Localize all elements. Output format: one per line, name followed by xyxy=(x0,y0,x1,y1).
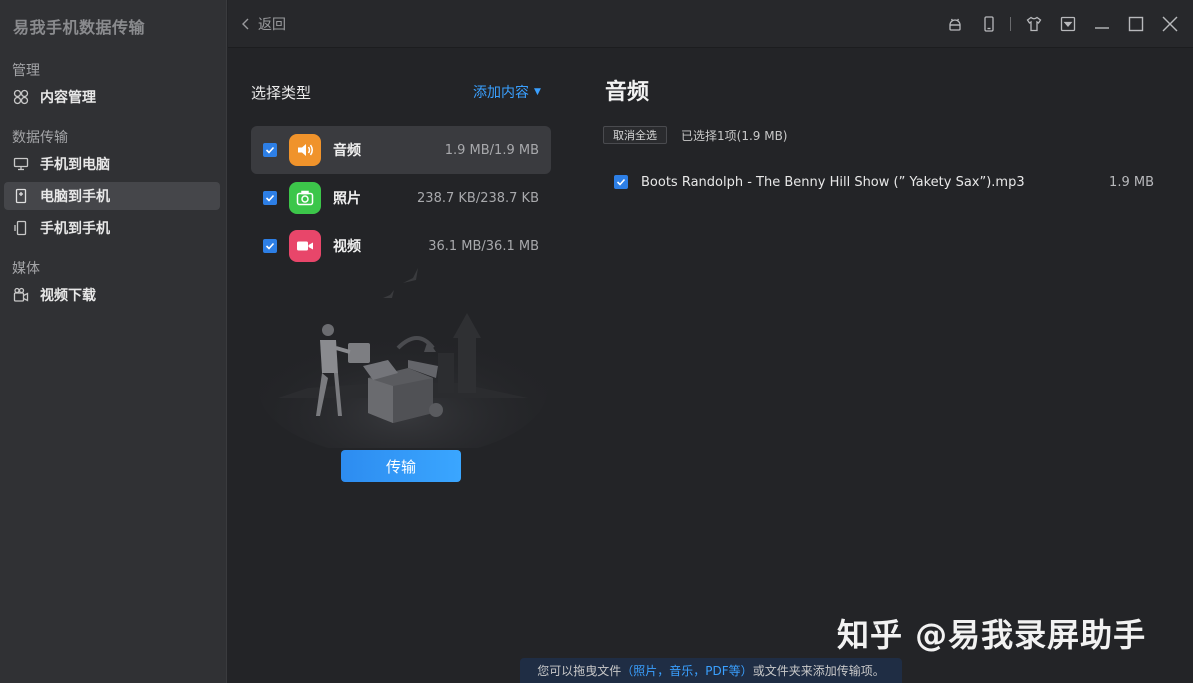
type-size: 238.7 KB/238.7 KB xyxy=(417,190,539,206)
add-content-button[interactable]: 添加内容 ▼ xyxy=(473,82,541,102)
sidebar-item-video-download[interactable]: 视频下载 xyxy=(4,281,220,309)
section-title-transfer: 数据传输 xyxy=(12,130,68,146)
section-title-manage: 管理 xyxy=(12,63,40,79)
type-size: 1.9 MB/1.9 MB xyxy=(444,142,539,158)
chevron-left-icon xyxy=(242,18,249,30)
phone-to-phone-icon xyxy=(12,219,30,237)
maximize-icon[interactable] xyxy=(1125,13,1147,35)
camera-icon xyxy=(289,182,321,214)
watermark: 知乎 @易我录屏助手 xyxy=(837,616,1147,654)
type-name: 照片 xyxy=(333,191,361,207)
file-row[interactable]: Boots Randolph - The Benny Hill Show (” … xyxy=(614,172,1154,192)
window-controls xyxy=(932,13,1181,35)
file-list-panel: 音频 取消全选 已选择1项(1.9 MB) Boots Randolph - T… xyxy=(590,48,1193,683)
sidebar-item-phone-to-phone[interactable]: 手机到手机 xyxy=(4,214,220,242)
minimize-icon[interactable] xyxy=(1091,13,1113,35)
android-icon[interactable] xyxy=(944,13,966,35)
sidebar-item-pc-to-phone[interactable]: 电脑到手机 xyxy=(4,182,220,210)
category-title: 音频 xyxy=(605,80,650,105)
sidebar-item-label: 电脑到手机 xyxy=(40,189,110,205)
sidebar-item-label: 内容管理 xyxy=(40,90,96,106)
hint-suffix: 或文件夹来添加传输项。 xyxy=(752,664,885,678)
file-name: Boots Randolph - The Benny Hill Show (” … xyxy=(641,174,1025,190)
transfer-button[interactable]: 传输 xyxy=(341,450,461,482)
shirt-icon[interactable] xyxy=(1023,13,1045,35)
hint-highlight: （照片，音乐，PDF等） xyxy=(621,664,753,678)
cancel-all-button[interactable]: 取消全选 xyxy=(603,126,667,144)
phone-icon[interactable] xyxy=(978,13,1000,35)
app-title: 易我手机数据传输 xyxy=(13,18,146,37)
video-camera-icon xyxy=(289,230,321,262)
type-name: 视频 xyxy=(333,239,361,255)
back-label: 返回 xyxy=(258,17,286,33)
menu-dropdown-icon[interactable] xyxy=(1057,13,1079,35)
type-row-photo[interactable]: 照片 238.7 KB/238.7 KB xyxy=(251,174,551,222)
sidebar-item-label: 视频下载 xyxy=(40,288,96,304)
back-button[interactable]: 返回 xyxy=(240,14,286,34)
sidebar-item-label: 手机到电脑 xyxy=(40,157,110,173)
section-title-media: 媒体 xyxy=(12,261,40,277)
type-panel: 选择类型 添加内容 ▼ 音频 1.9 MB/1.9 MB 照片 238.7 KB… xyxy=(228,48,568,683)
pc-to-phone-icon xyxy=(12,187,30,205)
type-size: 36.1 MB/36.1 MB xyxy=(428,238,539,254)
divider xyxy=(1010,17,1011,31)
phone-to-pc-icon xyxy=(12,155,30,173)
video-download-icon xyxy=(12,286,30,304)
checkbox[interactable] xyxy=(263,239,277,253)
type-name: 音频 xyxy=(333,143,361,159)
sidebar-item-content-manage[interactable]: 内容管理 xyxy=(4,83,220,111)
close-icon[interactable] xyxy=(1159,13,1181,35)
add-content-label: 添加内容 xyxy=(473,85,529,101)
speaker-icon xyxy=(289,134,321,166)
empty-state-illustration xyxy=(258,268,548,448)
caret-down-icon: ▼ xyxy=(534,87,541,97)
grid-circles-icon xyxy=(12,88,30,106)
sidebar-item-label: 手机到手机 xyxy=(40,221,110,237)
file-size: 1.9 MB xyxy=(1109,174,1154,190)
type-row-audio[interactable]: 音频 1.9 MB/1.9 MB xyxy=(251,126,551,174)
sidebar-item-phone-to-pc[interactable]: 手机到电脑 xyxy=(4,150,220,178)
selected-info: 已选择1项(1.9 MB) xyxy=(681,129,788,143)
top-bar: 返回 xyxy=(228,0,1193,48)
hint-prefix: 您可以拖曳文件 xyxy=(537,664,622,678)
drag-hint-bar: 您可以拖曳文件 （照片，音乐，PDF等） 或文件夹来添加传输项。 xyxy=(520,658,902,683)
checkbox[interactable] xyxy=(614,175,628,189)
checkbox[interactable] xyxy=(263,191,277,205)
select-type-heading: 选择类型 xyxy=(251,84,312,102)
checkbox[interactable] xyxy=(263,143,277,157)
sidebar: 易我手机数据传输 管理 内容管理 数据传输 手机到电脑 电脑到手机 手机到手机 … xyxy=(0,0,227,683)
type-row-video[interactable]: 视频 36.1 MB/36.1 MB xyxy=(251,222,551,270)
